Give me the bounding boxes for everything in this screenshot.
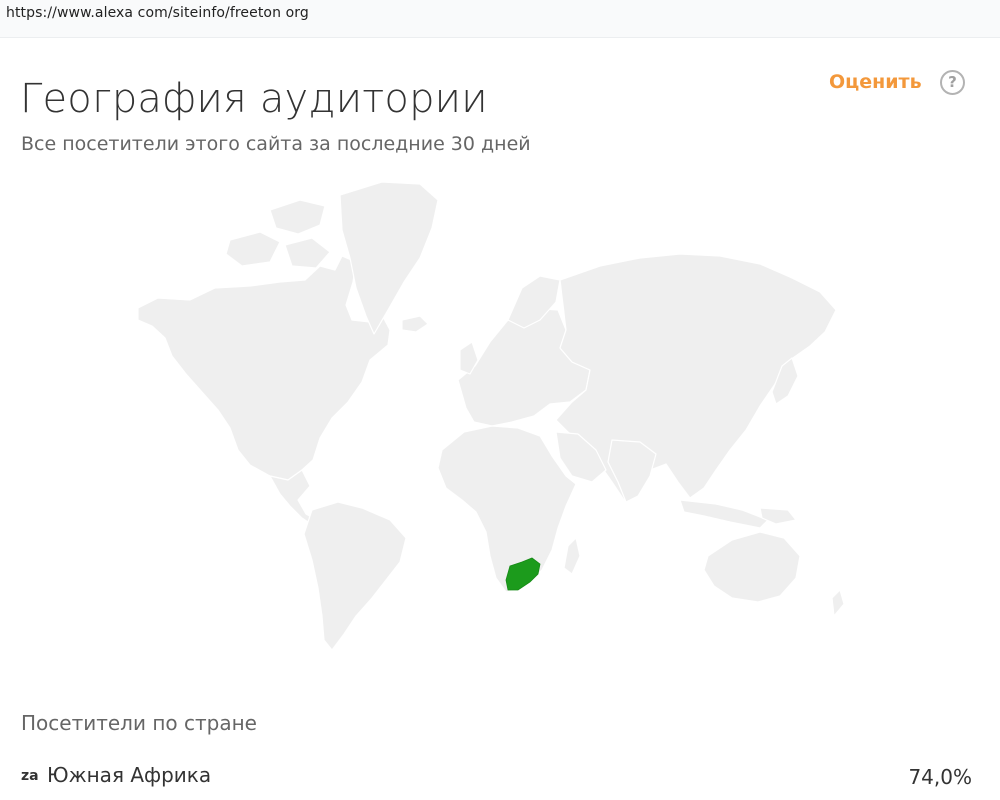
land-arctic-islands-2 [225,231,281,267]
land-africa [437,425,577,593]
land-greenland [339,181,439,335]
url-text[interactable]: https://www.alexa com/siteinfo/freeton o… [6,5,309,21]
land-iceland [401,315,429,333]
land-indonesia [679,499,769,529]
country-name: Южная Африка [47,763,212,787]
land-australia [703,531,801,603]
land-madagascar [563,537,581,575]
page-title: География аудитории [20,76,488,122]
world-map [137,181,845,651]
country-row: za Южная Африка 74,0% [20,760,975,792]
land-new-zealand [831,589,845,617]
address-bar[interactable]: https://www.alexa com/siteinfo/freeton o… [0,0,1000,38]
rate-link[interactable]: Оценить [829,71,922,93]
world-land [137,181,845,651]
land-south-america [303,501,407,651]
land-india [607,439,657,503]
page-subtitle: Все посетители этого сайта за последние … [21,133,531,155]
land-arctic-islands-1 [269,199,326,235]
country-code: za [21,768,39,784]
country-percent: 74,0% [908,765,972,789]
help-icon[interactable]: ? [940,70,965,95]
visitors-by-country-label: Посетители по стране [21,711,257,735]
land-arctic-islands-3 [284,237,331,269]
land-north-america [137,255,391,481]
